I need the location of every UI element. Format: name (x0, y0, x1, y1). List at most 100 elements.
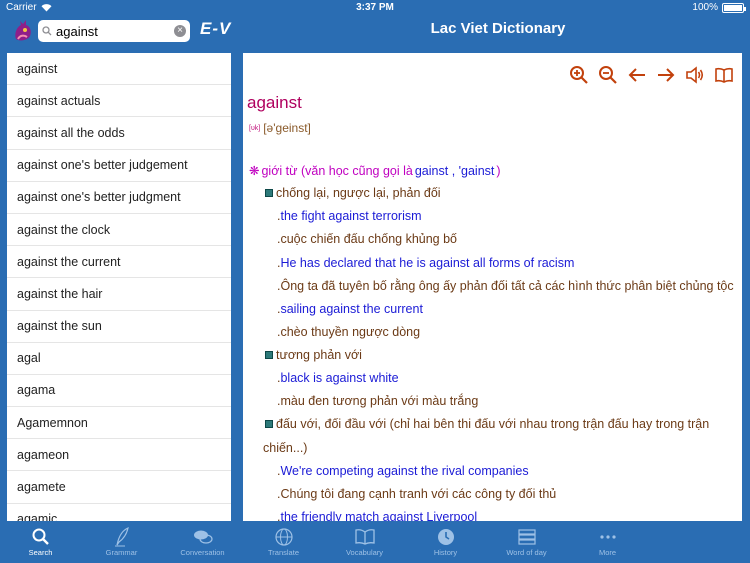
example-text: the friendly match against Liverpool (280, 510, 478, 521)
pronunciation-text: [ə'geinst] (263, 121, 311, 135)
pos-alt-forms: gainst , 'gainst (414, 163, 495, 178)
example-text: sailing against the current (280, 302, 423, 316)
example-text: He has declared that he is against all f… (280, 256, 575, 270)
search-field[interactable]: × (38, 20, 190, 42)
example-text: black is against white (280, 371, 399, 385)
pronunciation-row: [ᴜk] [ə'geinst] (249, 121, 311, 135)
pos-flower-icon: ❋ (249, 164, 260, 178)
example-text: We're competing against the rival compan… (280, 464, 529, 478)
book-icon[interactable] (714, 65, 734, 85)
tab-label: Word of day (506, 548, 547, 557)
translation-line: .chèo thuyền ngược dòng (277, 325, 421, 339)
speaker-icon[interactable] (685, 65, 705, 85)
pos-suffix: ) (496, 163, 501, 178)
battery-percent: 100% (692, 2, 718, 13)
battery-icon (722, 2, 746, 13)
word-list-item[interactable]: against actuals (7, 85, 231, 118)
word-list-item[interactable]: agameon (7, 439, 231, 472)
tab-conversation[interactable]: Conversation (162, 523, 243, 563)
translation-line: .Chúng tôi đang cạnh tranh với các công … (277, 487, 557, 501)
battery-info: 100% (692, 2, 746, 13)
tab-label: More (598, 548, 617, 557)
word-list-item[interactable]: against the sun (7, 311, 231, 343)
translation-text: cuộc chiến đấu chống khủng bố (280, 232, 458, 246)
app-title: Lac Viet Dictionary (430, 20, 566, 37)
sense-bullet-icon (265, 351, 273, 359)
sense-line: chống lại, ngược lại, phản đối (265, 186, 441, 200)
tab-label: History (433, 548, 458, 557)
example-line: .He has declared that he is against all … (277, 256, 575, 270)
translation-text: màu đen tương phản với màu trắng (280, 394, 479, 408)
more-dots-icon (599, 535, 616, 539)
translation-line: .Ông ta đã tuyên bố rằng ông ấy phản đối… (277, 279, 734, 293)
sense-text: tương phản với (276, 348, 362, 362)
zoom-in-icon[interactable] (569, 65, 589, 85)
tab-translate[interactable]: Translate (243, 523, 324, 563)
example-line: .the friendly match against Liverpool (277, 510, 477, 521)
example-line: .We're competing against the rival compa… (277, 464, 529, 478)
word-list-item[interactable]: against all the odds (7, 117, 231, 150)
tab-word-of-day[interactable]: Word of day (486, 523, 567, 563)
word-list-item[interactable]: Agamemnon (7, 407, 231, 440)
sense-line: tương phản với (265, 348, 362, 362)
sense-text: chống lại, ngược lại, phản đối (276, 186, 441, 200)
tab-more[interactable]: More (567, 523, 648, 563)
app-logo-icon[interactable] (11, 19, 35, 43)
word-list-item[interactable]: against the hair (7, 278, 231, 311)
history-icon (437, 529, 454, 545)
tab-label: Grammar (105, 548, 138, 557)
tab-vocabulary[interactable]: Vocabulary (324, 523, 405, 563)
tab-label: Vocabulary (345, 548, 384, 557)
pos-prefix: giới từ (văn học cũng gọi là (261, 163, 413, 178)
word-list-item[interactable]: against the clock (7, 214, 231, 247)
translation-line: .cuộc chiến đấu chống khủng bố (277, 232, 458, 246)
language-direction-button[interactable]: E-V (200, 19, 231, 39)
part-of-speech: ❋ giới từ (văn học cũng gọi là gainst , … (249, 163, 501, 179)
open-book-icon (354, 529, 375, 545)
word-list-item[interactable]: against one's better judgment (7, 182, 231, 214)
search-icon (32, 528, 49, 545)
sense-bullet-icon (265, 420, 273, 428)
translation-text: chèo thuyền ngược dòng (280, 325, 421, 339)
word-list-item[interactable]: against (7, 53, 231, 86)
example-line: .the fight against terrorism (277, 209, 422, 223)
word-list-item[interactable]: agal (7, 343, 231, 375)
search-input[interactable] (56, 23, 166, 39)
translation-text: Ông ta đã tuyên bố rằng ông ấy phản đối … (280, 279, 734, 293)
definition-panel: against [ᴜk] [ə'geinst] ❋ giới từ (văn h… (243, 53, 742, 521)
example-line: .black is against white (277, 371, 399, 385)
clock: 3:37 PM (356, 2, 394, 13)
sense-text: đấu với, đối đầu với (chỉ hai bên thi đấ… (276, 417, 710, 431)
sense-bullet-icon (265, 189, 273, 197)
example-text: the fight against terrorism (280, 209, 422, 223)
word-list-item[interactable]: agamete (7, 471, 231, 504)
definition-toolbar (569, 65, 734, 85)
tab-bar: Search Grammar Conversation Translate Vo… (0, 523, 750, 563)
tab-label: Conversation (180, 548, 225, 557)
sense-continuation: chiến...) (263, 441, 308, 455)
status-bar: Carrier 3:37 PM 100% (0, 0, 750, 16)
headword: against (247, 93, 302, 112)
arrow-left-icon[interactable] (627, 65, 647, 85)
tab-grammar[interactable]: Grammar (81, 523, 162, 563)
tab-search[interactable]: Search (0, 523, 81, 563)
zoom-out-icon[interactable] (598, 65, 618, 85)
word-list[interactable]: against against actuals against all the … (7, 53, 231, 521)
tab-label: Search (28, 548, 53, 557)
arrow-right-icon[interactable] (656, 65, 676, 85)
clear-search-icon[interactable]: × (174, 25, 186, 37)
translation-text: Chúng tôi đang cạnh tranh với các công t… (280, 487, 557, 501)
word-list-item[interactable]: against the current (7, 246, 231, 279)
globe-icon (274, 528, 293, 546)
word-list-item[interactable]: agamic (7, 504, 231, 521)
tab-history[interactable]: History (405, 523, 486, 563)
word-list-item[interactable]: agama (7, 375, 231, 408)
example-line: .sailing against the current (277, 302, 423, 316)
quill-icon (114, 527, 129, 547)
tab-label: Translate (268, 548, 299, 557)
pronunciation-speaker-tag[interactable]: [ᴜk] (249, 125, 260, 132)
translation-line: .màu đen tương phản với màu trắng (277, 394, 479, 408)
stack-icon (517, 529, 536, 545)
word-list-item[interactable]: against one's better judgement (7, 150, 231, 182)
search-icon (38, 20, 56, 42)
